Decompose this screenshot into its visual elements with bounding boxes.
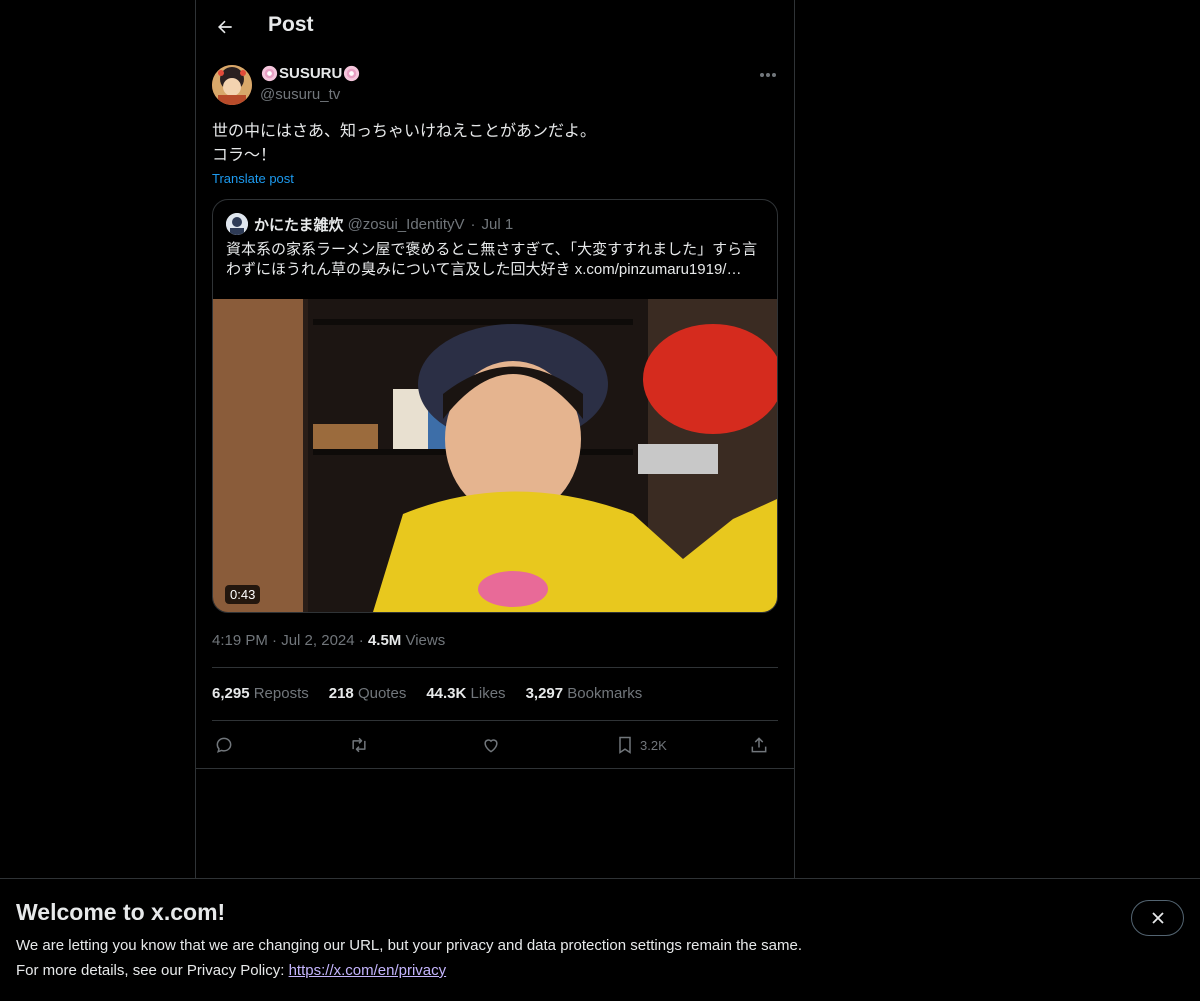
author-name-text: SUSURU (279, 65, 343, 82)
quotes-label: Quotes (357, 685, 407, 702)
more-dots-icon (760, 73, 776, 77)
back-arrow-icon (218, 20, 232, 34)
reposts-count: 6,295 (212, 685, 250, 702)
avatar[interactable] (212, 65, 252, 105)
separator-dot: · (358, 632, 368, 649)
separator-dot: · (470, 215, 476, 233)
post-date[interactable]: Jul 2, 2024 (281, 632, 354, 649)
author-handle[interactable]: @susuru_tv (260, 86, 340, 103)
translate-post-link[interactable]: Translate post (212, 171, 294, 186)
quoted-author-name[interactable]: かにたま雑炊 (254, 214, 344, 235)
quoted-post[interactable]: かにたま雑炊 @zosui_IdentityV · Jul 1 資本系の家系ラー… (212, 199, 778, 613)
divider (212, 720, 778, 721)
views-count: 4.5M (367, 632, 402, 649)
flower-icon (260, 64, 279, 83)
page-title: Post (268, 13, 314, 36)
more-button[interactable] (756, 66, 780, 84)
engagement-stats: 6,295 Reposts 218 Quotes 44.3K Likes 3,2… (212, 685, 642, 702)
repost-icon (352, 737, 366, 753)
quoted-avatar[interactable] (226, 213, 248, 235)
likes-count: 44.3K (426, 685, 467, 702)
divider (196, 768, 794, 769)
banner-policy-text: For more details, see our Privacy Policy… (16, 962, 289, 979)
quoted-post-header: かにたま雑炊 @zosui_IdentityV · Jul 1 (226, 213, 513, 235)
page-header: Post (196, 0, 794, 54)
reposts-stat[interactable]: 6,295 Reposts (212, 685, 309, 702)
author-name[interactable]: SUSURU (260, 64, 361, 83)
banner-title: Welcome to x.com! (16, 899, 226, 925)
repost-button[interactable] (348, 733, 370, 757)
back-button[interactable] (213, 15, 237, 39)
reply-icon (216, 737, 232, 753)
flower-icon (342, 64, 361, 83)
reposts-label: Reposts (253, 685, 309, 702)
post-metadata: 4:19 PM · Jul 2, 2024 · 4.5M Views (212, 632, 445, 649)
post-column: Post SUSURU @susuru_tv 世の中にはさあ、知っちゃいけねえこ… (195, 0, 795, 880)
bookmark-icon (619, 736, 631, 754)
bookmark-count: 3.2K (640, 737, 667, 753)
privacy-policy-link[interactable]: https://x.com/en/privacy (289, 962, 447, 979)
url-change-banner: Welcome to x.com! We are letting you kno… (0, 878, 1200, 1001)
bookmarks-label: Bookmarks (567, 685, 643, 702)
like-button[interactable] (481, 733, 501, 757)
share-icon (751, 737, 767, 753)
quoted-author-handle[interactable]: @zosui_IdentityV (348, 216, 465, 233)
video-duration: 0:43 (225, 585, 261, 604)
bookmarks-stat: 3,297 Bookmarks (526, 685, 643, 702)
quoted-post-date[interactable]: Jul 1 (482, 216, 514, 233)
separator-dot: · (272, 632, 282, 649)
close-banner-button[interactable] (1131, 900, 1184, 936)
post-time[interactable]: 4:19 PM (212, 632, 268, 649)
banner-policy-line: For more details, see our Privacy Policy… (16, 962, 446, 979)
quoted-post-text: 資本系の家系ラーメン屋で褒めるとこ無さすぎて、「大変すすれました」すら言わずにほ… (226, 241, 758, 278)
divider (212, 667, 778, 668)
likes-label: Likes (470, 685, 506, 702)
banner-message: We are letting you know that we are chan… (16, 937, 802, 954)
action-bar: 3.2K (212, 731, 778, 759)
bookmark-button[interactable]: 3.2K (616, 733, 667, 757)
heart-icon (484, 739, 498, 753)
likes-stat[interactable]: 44.3K Likes (426, 685, 505, 702)
quotes-stat[interactable]: 218 Quotes (329, 685, 407, 702)
quotes-count: 218 (328, 685, 354, 702)
video-thumbnail[interactable]: 0:43 (213, 299, 777, 612)
bookmarks-count: 3,297 (525, 685, 564, 702)
post-text: 世の中にはさあ、知っちゃいけねえことがあンだよ。 コラ〜！ (212, 123, 597, 164)
views-label: Views (405, 632, 446, 649)
close-icon (1151, 912, 1164, 924)
reply-button[interactable] (214, 733, 234, 757)
share-button[interactable] (749, 733, 769, 757)
